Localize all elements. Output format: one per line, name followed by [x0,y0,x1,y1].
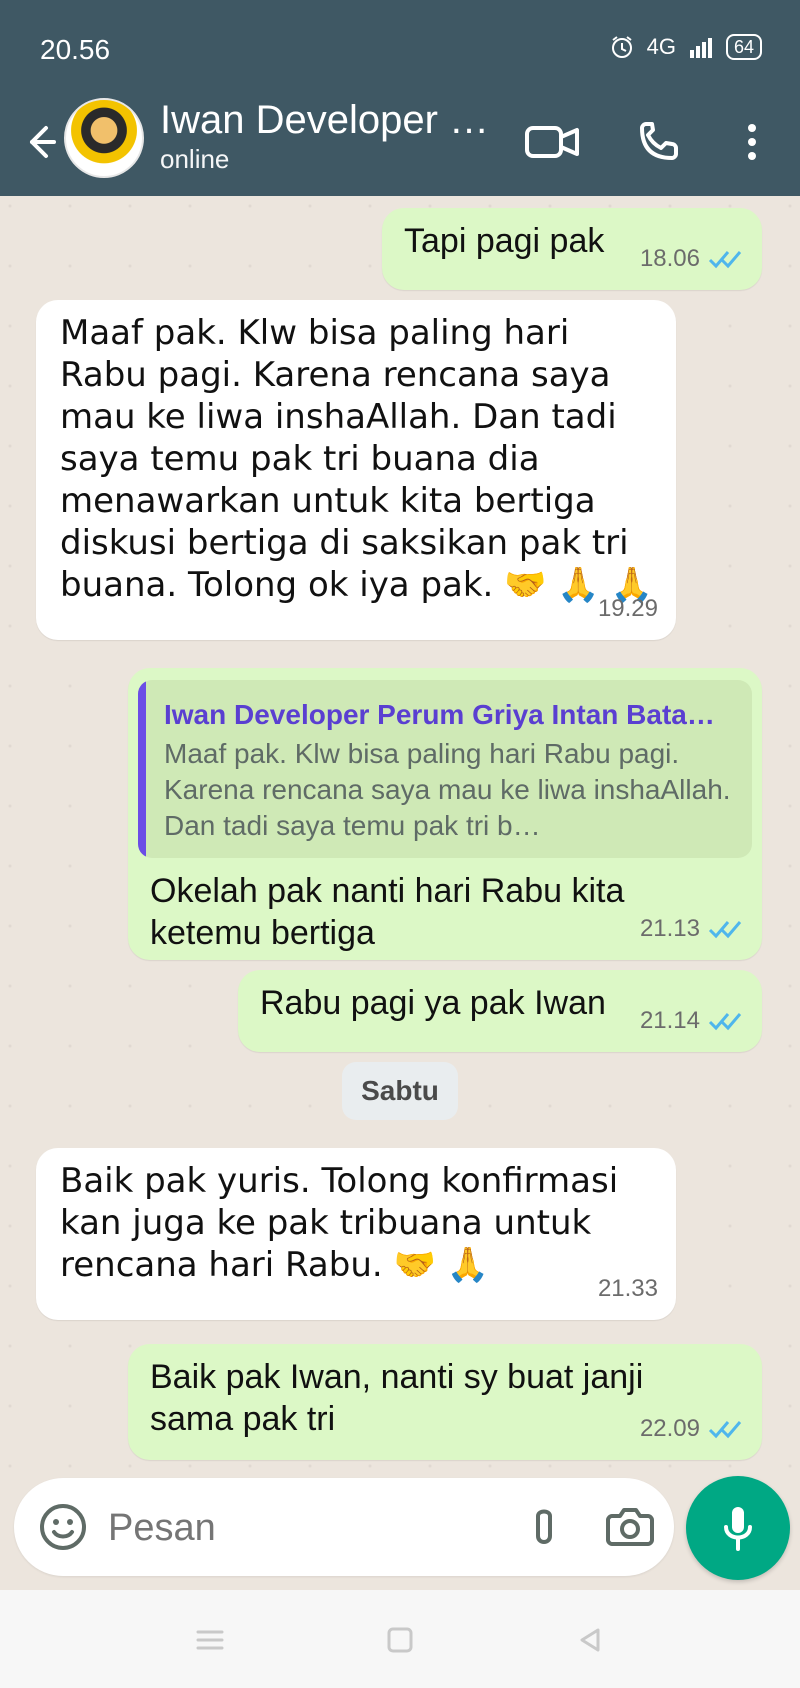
quoted-message[interactable]: Iwan Developer Perum Griya Intan Bata… M… [138,680,752,858]
message-bubble[interactable]: Maaf pak. Klw bisa paling hari Rabu pagi… [36,300,676,640]
read-receipt-icon [708,251,742,269]
signal-icon [689,38,712,58]
status-time: 20.56 [40,34,111,65]
more-vert-icon [748,124,756,160]
message-bubble[interactable]: Baik pak Iwan, nanti sy buat janji sama … [128,1344,762,1460]
battery-indicator: 64 [725,34,762,60]
message-text: Baik pak yuris. Tolong konfirmasi kan ju… [60,1161,619,1285]
message-composer[interactable] [14,1478,674,1576]
more-options-button[interactable] [722,112,782,172]
message-time: 21.33 [597,1275,658,1302]
emoji-icon[interactable] [36,1500,90,1554]
message-meta: 22.09 [640,1408,744,1450]
chat-area[interactable]: Tapi pagi pak 18.06 Maaf pak. Klw bisa p… [0,196,800,1480]
video-call-button[interactable] [522,112,582,172]
network-type: 4G [646,34,676,59]
read-receipt-icon [708,921,742,939]
message-text: Okelah pak nanti hari Rabu kita ketemu b… [150,872,625,952]
voice-call-icon [640,122,678,160]
alarm-icon [611,36,632,58]
message-bubble[interactable]: Iwan Developer Perum Griya Intan Bata… M… [128,668,762,960]
message-text: Maaf pak. Klw bisa paling hari Rabu pagi… [60,313,653,605]
paperclip-icon[interactable] [516,1498,572,1554]
contact-avatar[interactable] [64,98,144,178]
voice-call-button[interactable] [628,112,688,172]
video-call-icon [525,126,579,158]
message-meta: 18.06 [640,238,744,280]
message-time: 21.14 [639,1007,700,1034]
back-arrow-icon[interactable] [16,118,64,166]
quote-author: Iwan Developer Perum Griya Intan Bata… [164,699,715,730]
message-time: 21.13 [639,915,700,942]
quote-accent-bar [138,680,146,858]
status-bar: 20.56 4G 64 [0,0,800,98]
status-icons: 4G 64 [609,34,762,60]
message-bubble[interactable]: Tapi pagi pak 18.06 [382,208,762,290]
mic-button[interactable] [686,1476,790,1580]
camera-icon[interactable] [602,1498,658,1554]
mic-icon [724,1507,752,1551]
message-text: Rabu pagi ya pak Iwan [260,984,606,1022]
message-bubble[interactable]: Rabu pagi ya pak Iwan 21.14 [238,970,762,1052]
app-bar: Iwan Developer P... online [0,98,800,196]
presence-status: online [160,144,230,174]
message-time: 22.09 [639,1415,700,1442]
contact-name[interactable]: Iwan Developer P... [160,98,500,143]
message-meta: 21.14 [640,1000,744,1042]
message-time: 18.06 [639,245,700,272]
back-nav-icon[interactable] [570,1620,610,1660]
message-meta: 21.33 [598,1268,658,1310]
date-separator: Sabtu [342,1062,458,1120]
battery-level: 64 [733,37,754,57]
quote-text: Maaf pak. Klw bisa paling hari Rabu pagi… [164,738,731,841]
message-text: Tapi pagi pak [404,222,605,260]
message-input[interactable] [106,1498,490,1558]
home-icon[interactable] [380,1620,420,1660]
message-meta: 21.13 [640,908,744,950]
system-nav-bar [0,1590,800,1688]
message-time: 19.29 [597,595,658,622]
message-bubble[interactable]: Baik pak yuris. Tolong konfirmasi kan ju… [36,1148,676,1320]
message-meta: 19.29 [598,588,658,630]
read-receipt-icon [708,1013,742,1031]
recents-icon[interactable] [190,1620,230,1660]
read-receipt-icon [708,1421,742,1439]
